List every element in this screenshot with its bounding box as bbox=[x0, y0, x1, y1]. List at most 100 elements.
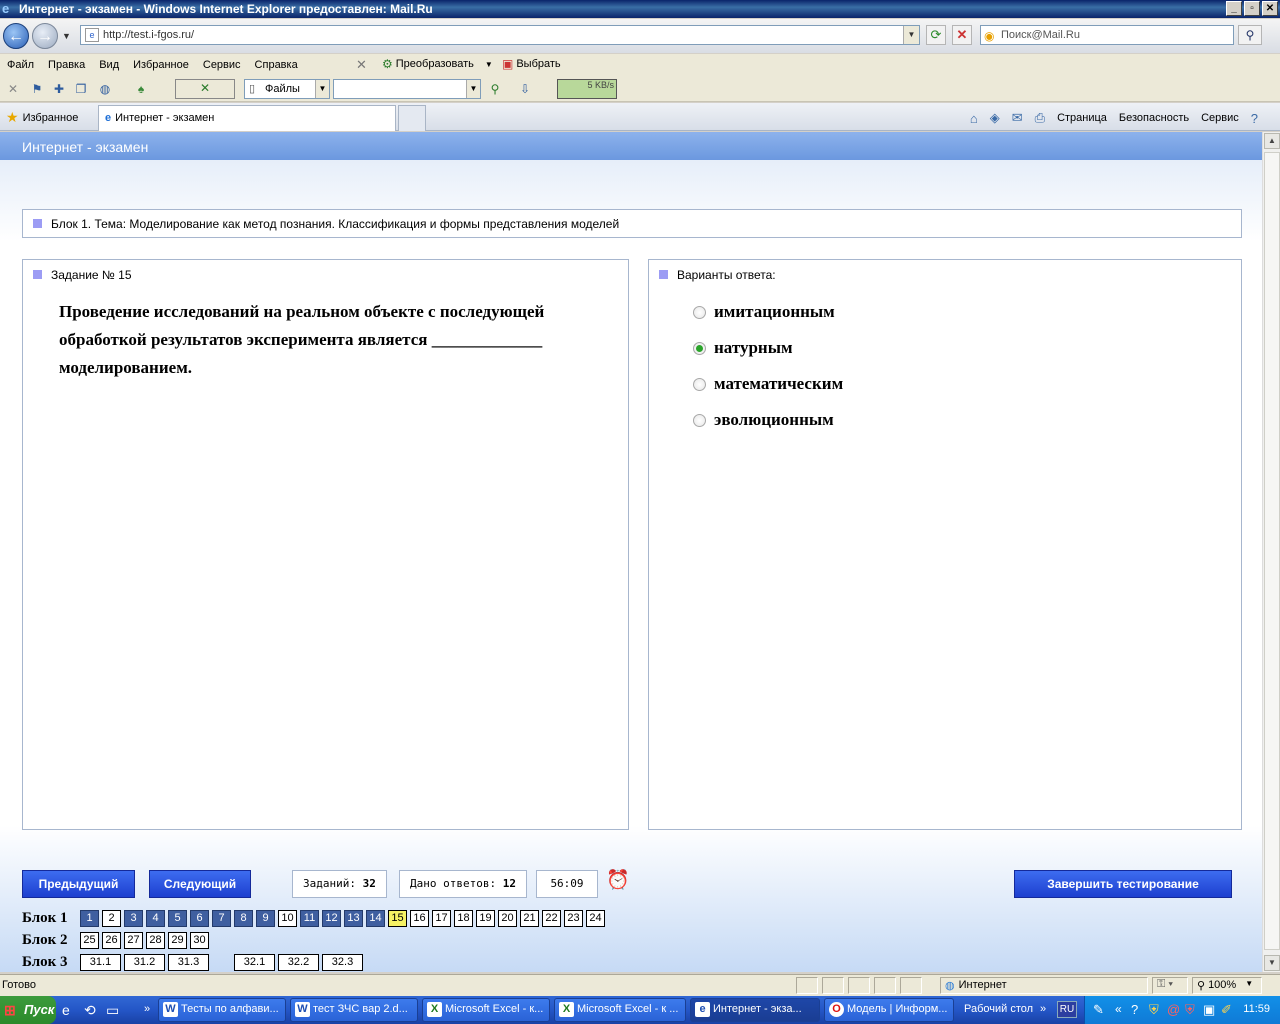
menu-favorites[interactable]: Избранное bbox=[126, 59, 196, 71]
menu-close-icon[interactable]: ✕ bbox=[356, 57, 367, 73]
toolbar-search-combo[interactable]: ▼ bbox=[333, 79, 481, 99]
tray-mail-icon[interactable]: @ bbox=[1167, 1002, 1180, 1017]
tray-tool-icon[interactable]: ✎ bbox=[1093, 1002, 1104, 1018]
toolbar-download-icon[interactable]: ⇩ bbox=[516, 80, 534, 98]
answer-radio[interactable] bbox=[693, 305, 706, 319]
question-nav-cell[interactable]: 27 bbox=[124, 932, 143, 949]
question-nav-cell[interactable]: 14 bbox=[366, 910, 385, 927]
question-nav-cell[interactable]: 30 bbox=[190, 932, 209, 949]
question-nav-cell[interactable]: 3 bbox=[124, 910, 143, 927]
feeds-icon[interactable]: ◈ bbox=[990, 110, 1000, 126]
question-nav-cell[interactable]: 32.3 bbox=[322, 954, 363, 971]
vertical-scrollbar[interactable]: ▲ ▼ bbox=[1262, 132, 1280, 972]
answer-option[interactable]: имитационным bbox=[693, 302, 835, 322]
toolbar-tool-icon[interactable]: ⚑ bbox=[28, 80, 46, 98]
question-nav-cell[interactable]: 32.2 bbox=[278, 954, 319, 971]
answer-radio[interactable] bbox=[693, 413, 706, 427]
combo-dropdown-icon[interactable]: ▼ bbox=[466, 80, 480, 98]
question-nav-cell[interactable]: 13 bbox=[344, 910, 363, 927]
menu-safety[interactable]: Безопасность bbox=[1119, 112, 1189, 124]
previous-button[interactable]: Предыдущий bbox=[22, 870, 135, 898]
next-button[interactable]: Следующий bbox=[149, 870, 251, 898]
language-indicator[interactable]: RU bbox=[1057, 1001, 1077, 1018]
question-nav-cell[interactable]: 8 bbox=[234, 910, 253, 927]
scroll-up-icon[interactable]: ▲ bbox=[1264, 133, 1280, 149]
menu-tools[interactable]: Сервис bbox=[196, 59, 248, 71]
finish-test-button[interactable]: Завершить тестирование bbox=[1014, 870, 1232, 898]
question-nav-cell[interactable]: 7 bbox=[212, 910, 231, 927]
menu-edit[interactable]: Правка bbox=[41, 59, 92, 71]
question-nav-cell[interactable]: 5 bbox=[168, 910, 187, 927]
question-nav-cell[interactable]: 26 bbox=[102, 932, 121, 949]
tab-internet-exam[interactable]: e Интернет - экзамен bbox=[98, 105, 396, 131]
address-dropdown-icon[interactable]: ▼ bbox=[903, 26, 919, 44]
taskbar-item-ie-exam[interactable]: e Интернет - экза... bbox=[690, 998, 820, 1022]
scroll-thumb[interactable] bbox=[1264, 152, 1280, 950]
question-nav-cell[interactable]: 9 bbox=[256, 910, 275, 927]
quicklaunch-ie-icon[interactable]: e bbox=[62, 1002, 70, 1018]
question-nav-cell[interactable]: 10 bbox=[278, 910, 297, 927]
home-icon[interactable]: ⌂ bbox=[970, 111, 978, 126]
question-nav-cell[interactable]: 23 bbox=[564, 910, 583, 927]
back-button[interactable]: ← bbox=[3, 23, 29, 49]
toolbar-globe-icon[interactable]: ◍ bbox=[96, 80, 114, 98]
start-button[interactable]: ⊞ Пуск bbox=[0, 996, 56, 1024]
question-nav-cell[interactable]: 1 bbox=[80, 910, 99, 927]
convert-button[interactable]: ⚙ Преобразовать ▼ bbox=[382, 57, 493, 71]
menu-file[interactable]: Файл bbox=[0, 59, 41, 71]
refresh-button[interactable]: ⟳ bbox=[926, 25, 946, 45]
search-icon[interactable]: ⚲ bbox=[1238, 25, 1262, 45]
toolbar-bag-icon[interactable]: ♠ bbox=[132, 80, 150, 98]
question-nav-cell[interactable]: 12 bbox=[322, 910, 341, 927]
toolbar-close-icon[interactable]: ✕ bbox=[4, 80, 22, 98]
tray-network-icon[interactable]: ▣ bbox=[1203, 1002, 1215, 1018]
close-button[interactable]: ✕ bbox=[1262, 1, 1278, 16]
desktop-toolbar[interactable]: Рабочий стол bbox=[964, 1003, 1033, 1015]
toolbar-add-icon[interactable]: ✚ bbox=[50, 80, 68, 98]
quicklaunch-refresh-icon[interactable]: ⟲ bbox=[84, 1002, 96, 1019]
tray-expand-icon[interactable]: « bbox=[1115, 1002, 1122, 1016]
tray-help-icon[interactable]: ? bbox=[1131, 1002, 1138, 1017]
files-dropdown-icon[interactable]: ▼ bbox=[315, 80, 329, 98]
help-icon[interactable]: ? bbox=[1251, 111, 1258, 126]
scroll-down-icon[interactable]: ▼ bbox=[1264, 955, 1280, 971]
menu-service[interactable]: Сервис bbox=[1201, 112, 1239, 124]
mail-icon[interactable]: ✉ bbox=[1012, 110, 1023, 126]
answer-radio[interactable] bbox=[693, 341, 706, 355]
question-nav-cell[interactable]: 4 bbox=[146, 910, 165, 927]
question-nav-cell[interactable]: 16 bbox=[410, 910, 429, 927]
maximize-button[interactable]: ▫ bbox=[1244, 1, 1260, 16]
answer-radio[interactable] bbox=[693, 377, 706, 391]
new-tab-button[interactable] bbox=[398, 105, 426, 131]
question-nav-cell[interactable]: 18 bbox=[454, 910, 473, 927]
question-nav-cell[interactable]: 31.3 bbox=[168, 954, 209, 971]
menu-view[interactable]: Вид bbox=[92, 59, 126, 71]
question-nav-cell[interactable]: 19 bbox=[476, 910, 495, 927]
question-nav-cell[interactable]: 2 bbox=[102, 910, 121, 927]
favorites-button[interactable]: ★ Избранное bbox=[6, 109, 78, 126]
menu-help[interactable]: Справка bbox=[248, 59, 305, 71]
question-nav-cell[interactable]: 24 bbox=[586, 910, 605, 927]
tray-shield-icon[interactable]: ⛨ bbox=[1149, 1002, 1159, 1018]
question-nav-cell[interactable]: 20 bbox=[498, 910, 517, 927]
question-nav-cell[interactable]: 11 bbox=[300, 910, 319, 927]
quicklaunch-folder-icon[interactable]: ▭ bbox=[106, 1002, 119, 1019]
taskbar-item-word-tests[interactable]: W Тесты по алфави... bbox=[158, 998, 286, 1022]
question-nav-cell[interactable]: 28 bbox=[146, 932, 165, 949]
tray-pen-icon[interactable]: ✐ bbox=[1221, 1002, 1232, 1018]
zoom-control[interactable]: ⚲ 100% ▼ bbox=[1192, 977, 1262, 994]
taskbar-item-excel-1[interactable]: X Microsoft Excel - к... bbox=[422, 998, 550, 1022]
answer-option[interactable]: эволюционным bbox=[693, 410, 834, 430]
taskbar-item-opera[interactable]: O Модель | Информ... bbox=[824, 998, 954, 1022]
convert-dropdown-icon[interactable]: ▼ bbox=[485, 60, 493, 69]
question-nav-cell[interactable]: 31.2 bbox=[124, 954, 165, 971]
print-icon[interactable]: ⎙ bbox=[1035, 110, 1045, 126]
select-button[interactable]: ▣ Выбрать bbox=[502, 57, 561, 71]
question-nav-cell[interactable]: 31.1 bbox=[80, 954, 121, 971]
question-nav-cell[interactable]: 22 bbox=[542, 910, 561, 927]
history-dropdown-icon[interactable]: ▼ bbox=[62, 31, 71, 41]
minimize-button[interactable]: _ bbox=[1226, 1, 1242, 16]
files-select[interactable]: ▯ Файлы ▼ bbox=[244, 79, 330, 99]
desktop-more-icon[interactable]: » bbox=[1040, 1003, 1046, 1015]
quicklaunch-more-icon[interactable]: » bbox=[144, 1003, 150, 1015]
